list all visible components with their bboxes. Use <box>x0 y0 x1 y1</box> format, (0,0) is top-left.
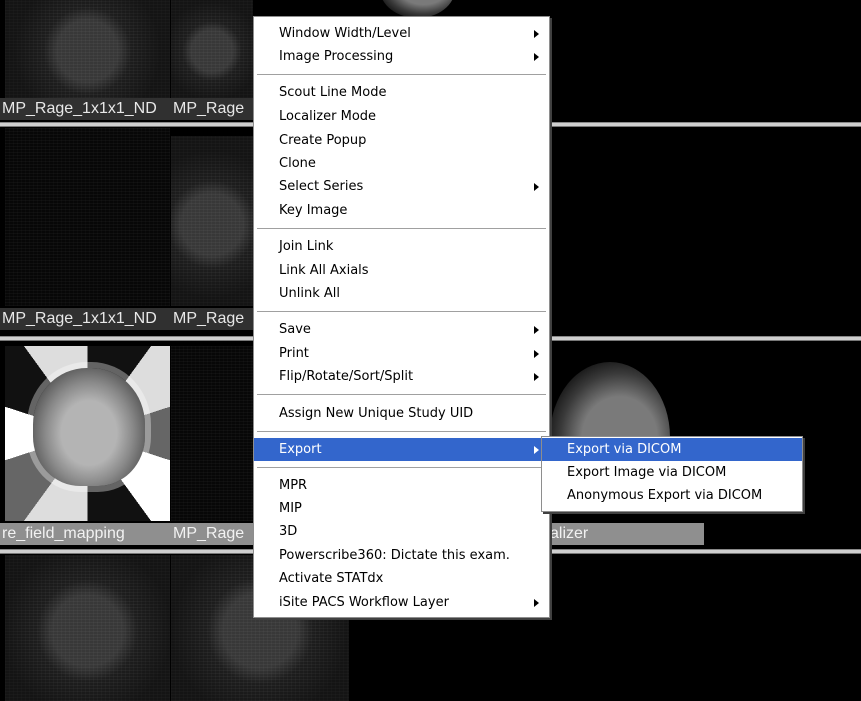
submenu-item-anonymous-export-via-dicom[interactable]: Anonymous Export via DICOM <box>542 484 802 507</box>
menu-item-unlink-all[interactable]: Unlink All <box>254 282 549 305</box>
menu-item-label: Print <box>279 346 309 361</box>
menu-item-join-link[interactable]: Join Link <box>254 235 549 258</box>
menu-item-flip-rotate-sort-split[interactable]: Flip/Rotate/Sort/Split <box>254 365 549 388</box>
menu-item-image-processing[interactable]: Image Processing <box>254 45 549 68</box>
phase-map-image <box>5 346 170 521</box>
series-label: MP_Rage_1x1x1_ND <box>0 308 172 330</box>
menu-item-label: Scout Line Mode <box>279 85 387 100</box>
submenu-item-export-image-via-dicom[interactable]: Export Image via DICOM <box>542 461 802 484</box>
menu-item-label: 3D <box>279 524 298 539</box>
context-menu: Window Width/Level Image Processing Scou… <box>253 16 550 618</box>
menu-item-link-all-axials[interactable]: Link All Axials <box>254 259 549 282</box>
menu-item-label: Assign New Unique Study UID <box>279 406 474 421</box>
mri-noise-image <box>171 136 253 306</box>
mri-noise-image <box>171 346 253 521</box>
mri-noise-image <box>171 0 253 98</box>
menu-separator <box>257 394 546 396</box>
menu-item-label: Powerscribe360: Dictate this exam. <box>279 548 510 563</box>
submenu-arrow-icon <box>534 373 539 381</box>
series-label: MP_Rage_1x1x1_ND <box>0 98 172 120</box>
menu-separator <box>257 467 546 469</box>
menu-item-label: iSite PACS Workflow Layer <box>279 595 449 610</box>
menu-item-assign-new-study-uid[interactable]: Assign New Unique Study UID <box>254 402 549 425</box>
mri-noise-image <box>5 128 170 306</box>
submenu-arrow-icon <box>534 350 539 358</box>
menu-item-label: Create Popup <box>279 133 367 148</box>
menu-item-3d[interactable]: 3D <box>254 520 549 543</box>
menu-item-select-series[interactable]: Select Series <box>254 175 549 198</box>
menu-item-label: MPR <box>279 478 308 493</box>
menu-item-isite-pacs-workflow-layer[interactable]: iSite PACS Workflow Layer <box>254 591 549 614</box>
series-label: alizer <box>548 523 704 545</box>
mri-noise-image <box>5 0 170 98</box>
menu-item-mip[interactable]: MIP <box>254 497 549 520</box>
menu-item-label: Select Series <box>279 179 364 194</box>
menu-item-export[interactable]: Export <box>254 438 549 461</box>
menu-item-localizer-mode[interactable]: Localizer Mode <box>254 105 549 128</box>
menu-item-key-image[interactable]: Key Image <box>254 199 549 222</box>
menu-item-mpr[interactable]: MPR <box>254 474 549 497</box>
submenu-arrow-icon <box>534 446 539 454</box>
menu-item-save[interactable]: Save <box>254 318 549 341</box>
series-label: MP_Rage <box>171 98 255 120</box>
submenu-arrow-icon <box>534 599 539 607</box>
menu-item-label: Save <box>279 322 311 337</box>
menu-item-window-width-level[interactable]: Window Width/Level <box>254 22 549 45</box>
menu-item-label: Image Processing <box>279 49 394 64</box>
menu-item-label: Localizer Mode <box>279 109 377 124</box>
submenu-item-label: Anonymous Export via DICOM <box>567 488 763 503</box>
series-label: MP_Rage <box>171 308 255 330</box>
menu-item-print[interactable]: Print <box>254 342 549 365</box>
menu-item-activate-statdx[interactable]: Activate STATdx <box>254 567 549 590</box>
submenu-arrow-icon <box>534 53 539 61</box>
menu-item-label: Flip/Rotate/Sort/Split <box>279 369 414 384</box>
menu-item-label: Unlink All <box>279 286 340 301</box>
menu-item-scout-line-mode[interactable]: Scout Line Mode <box>254 81 549 104</box>
menu-separator <box>257 311 546 313</box>
menu-item-label: Link All Axials <box>279 263 369 278</box>
menu-item-label: Join Link <box>279 239 334 254</box>
menu-separator <box>257 228 546 230</box>
series-label: MP_Rage <box>171 523 255 545</box>
series-label: re_field_mapping <box>0 523 172 545</box>
submenu-arrow-icon <box>534 183 539 191</box>
mri-noise-image <box>5 555 170 701</box>
menu-item-label: MIP <box>279 501 302 516</box>
submenu-item-label: Export via DICOM <box>567 442 682 457</box>
submenu-item-label: Export Image via DICOM <box>567 465 727 480</box>
submenu-arrow-icon <box>534 30 539 38</box>
menu-separator <box>257 431 546 433</box>
menu-item-label: Key Image <box>279 203 348 218</box>
menu-separator <box>257 74 546 76</box>
menu-item-label: Activate STATdx <box>279 571 384 586</box>
menu-item-label: Clone <box>279 156 316 171</box>
submenu-item-export-via-dicom[interactable]: Export via DICOM <box>542 438 802 461</box>
menu-item-label: Export <box>279 442 322 457</box>
menu-item-label: Window Width/Level <box>279 26 411 41</box>
menu-item-clone[interactable]: Clone <box>254 152 549 175</box>
export-submenu: Export via DICOM Export Image via DICOM … <box>541 436 803 512</box>
menu-item-create-popup[interactable]: Create Popup <box>254 129 549 152</box>
menu-item-powerscribe360[interactable]: Powerscribe360: Dictate this exam. <box>254 544 549 567</box>
submenu-arrow-icon <box>534 326 539 334</box>
